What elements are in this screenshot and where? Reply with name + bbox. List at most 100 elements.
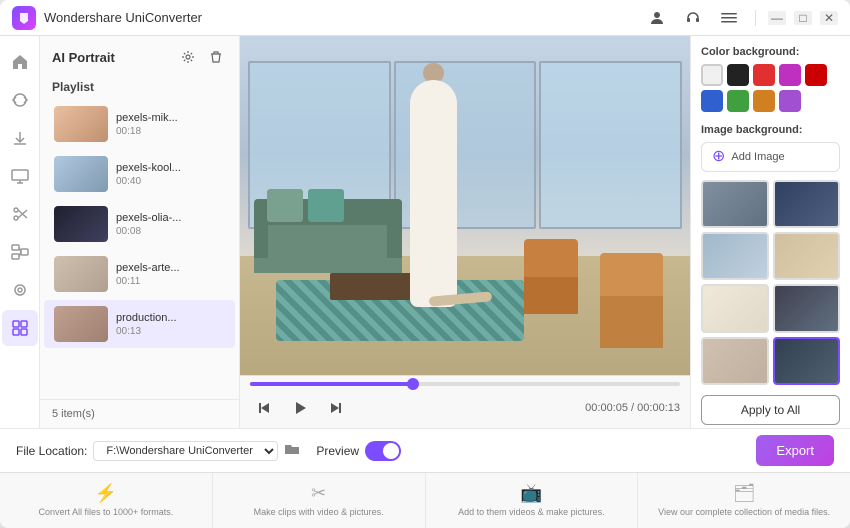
nav-text: Convert All files to 1000+ formats. bbox=[38, 507, 173, 518]
play-button[interactable] bbox=[286, 394, 314, 422]
ai-panel-title: AI Portrait bbox=[52, 50, 115, 65]
playlist-info: pexels-mik... 00:18 bbox=[116, 112, 225, 137]
playlist-item[interactable]: production... 00:13 bbox=[44, 300, 235, 348]
playlist-duration: 00:13 bbox=[116, 326, 225, 337]
color-swatch[interactable] bbox=[727, 90, 749, 112]
color-swatch[interactable] bbox=[753, 90, 775, 112]
sidebar-item-home[interactable] bbox=[2, 44, 38, 80]
playlist-duration: 00:08 bbox=[116, 226, 225, 237]
playlist-item[interactable]: pexels-mik... 00:18 bbox=[44, 100, 235, 148]
file-location-label: File Location: bbox=[16, 444, 87, 458]
thumb-inner bbox=[703, 286, 767, 330]
sidebar-item-convert[interactable] bbox=[2, 82, 38, 118]
image-thumb[interactable] bbox=[701, 337, 769, 385]
playlist-name: pexels-mik... bbox=[116, 112, 225, 124]
nav-icon: 📺 bbox=[520, 483, 542, 504]
file-location: File Location: F:\Wondershare UniConvert… bbox=[16, 441, 300, 461]
playlist-thumb bbox=[54, 306, 108, 342]
image-thumb[interactable] bbox=[773, 337, 841, 385]
playlist-duration: 00:11 bbox=[116, 276, 225, 287]
nav-item[interactable]: ⚡ Convert All files to 1000+ formats. bbox=[0, 473, 213, 528]
delete-icon[interactable] bbox=[205, 46, 227, 68]
headphone-icon[interactable] bbox=[679, 4, 707, 32]
playlist-thumb bbox=[54, 156, 108, 192]
image-thumb[interactable] bbox=[773, 232, 841, 280]
playlist-item[interactable]: pexels-kool... 00:40 bbox=[44, 150, 235, 198]
minimize-button[interactable]: — bbox=[768, 11, 786, 25]
playlist-item[interactable]: pexels-olia-... 00:08 bbox=[44, 200, 235, 248]
sidebar-item-screen[interactable] bbox=[2, 158, 38, 194]
chair-1 bbox=[524, 239, 578, 314]
playlist-name: pexels-kool... bbox=[116, 162, 225, 174]
playlist-thumb bbox=[54, 256, 108, 292]
prev-button[interactable] bbox=[250, 394, 278, 422]
playlist-name: production... bbox=[116, 312, 225, 324]
color-swatch[interactable] bbox=[701, 64, 723, 86]
ai-panel-actions bbox=[177, 46, 227, 68]
nav-item[interactable]: ✂ Make clips with video & pictures. bbox=[213, 473, 426, 528]
preview-switch[interactable] bbox=[365, 441, 401, 461]
title-controls: — □ ✕ bbox=[643, 4, 838, 32]
thumb-bg bbox=[54, 106, 108, 142]
playlist-footer: 5 item(s) bbox=[40, 399, 239, 428]
color-grid bbox=[701, 64, 840, 112]
progress-thumb bbox=[407, 378, 419, 390]
color-swatch[interactable] bbox=[701, 90, 723, 112]
main-content: AI Portrait Playlist pexels-mik... 00:18 bbox=[0, 36, 850, 428]
color-swatch[interactable] bbox=[753, 64, 775, 86]
chair-2 bbox=[600, 253, 663, 348]
thumb-bg bbox=[54, 206, 108, 242]
image-thumb[interactable] bbox=[701, 284, 769, 332]
current-time: 00:00:05 bbox=[585, 402, 628, 414]
apply-all-button[interactable]: Apply to All bbox=[701, 395, 840, 425]
video-controls: 00:00:05 / 00:00:13 bbox=[240, 375, 690, 428]
sidebar-item-download[interactable] bbox=[2, 120, 38, 156]
user-icon[interactable] bbox=[643, 4, 671, 32]
playlist-thumb bbox=[54, 106, 108, 142]
sidebar bbox=[0, 36, 40, 428]
cushion-1 bbox=[267, 189, 303, 223]
menu-icon[interactable] bbox=[715, 4, 743, 32]
next-button[interactable] bbox=[322, 394, 350, 422]
progress-bar[interactable] bbox=[250, 382, 680, 386]
image-thumb[interactable] bbox=[701, 180, 769, 228]
close-button[interactable]: ✕ bbox=[820, 11, 838, 25]
playlist-info: pexels-arte... 00:11 bbox=[116, 262, 225, 287]
color-swatch[interactable] bbox=[779, 90, 801, 112]
title-bar: Wondershare UniConverter — □ ✕ bbox=[0, 0, 850, 36]
image-thumb[interactable] bbox=[773, 180, 841, 228]
maximize-button[interactable]: □ bbox=[794, 11, 812, 25]
nav-item[interactable]: 🗂 View our complete collection of media … bbox=[638, 473, 850, 528]
nav-icon: ✂ bbox=[311, 483, 326, 504]
export-button[interactable]: Export bbox=[756, 435, 834, 466]
nav-icon: ⚡ bbox=[95, 483, 117, 504]
sidebar-item-toolbox[interactable] bbox=[2, 272, 38, 308]
color-swatch[interactable] bbox=[779, 64, 801, 86]
color-bg-label: Color background: bbox=[701, 46, 840, 58]
sidebar-item-scissors[interactable] bbox=[2, 196, 38, 232]
playlist-item[interactable]: pexels-arte... 00:11 bbox=[44, 250, 235, 298]
image-thumb[interactable] bbox=[701, 232, 769, 280]
settings-icon[interactable] bbox=[177, 46, 199, 68]
plus-icon: ⊕ bbox=[712, 149, 725, 165]
nav-icon: 🗂 bbox=[733, 483, 756, 504]
folder-icon[interactable] bbox=[284, 442, 300, 459]
nav-text: Add to them videos & make pictures. bbox=[458, 507, 605, 518]
time-display: 00:00:05 / 00:00:13 bbox=[585, 402, 680, 414]
color-swatch[interactable] bbox=[727, 64, 749, 86]
bottom-nav: ⚡ Convert All files to 1000+ formats. ✂ … bbox=[0, 472, 850, 528]
sidebar-item-grid[interactable] bbox=[2, 310, 38, 346]
color-swatch[interactable] bbox=[805, 64, 827, 86]
thumb-bg bbox=[54, 256, 108, 292]
image-grid bbox=[701, 180, 840, 385]
add-image-button[interactable]: ⊕ Add Image bbox=[701, 142, 840, 172]
playlist-name: pexels-olia-... bbox=[116, 212, 225, 224]
image-thumb[interactable] bbox=[773, 284, 841, 332]
window-pane-3 bbox=[539, 61, 682, 229]
thumb-inner bbox=[775, 286, 839, 330]
playlist-thumb bbox=[54, 206, 108, 242]
sidebar-item-merge[interactable] bbox=[2, 234, 38, 270]
location-select[interactable]: F:\Wondershare UniConverter bbox=[93, 441, 278, 461]
nav-item[interactable]: 📺 Add to them videos & make pictures. bbox=[426, 473, 639, 528]
cushion-2 bbox=[308, 189, 344, 223]
